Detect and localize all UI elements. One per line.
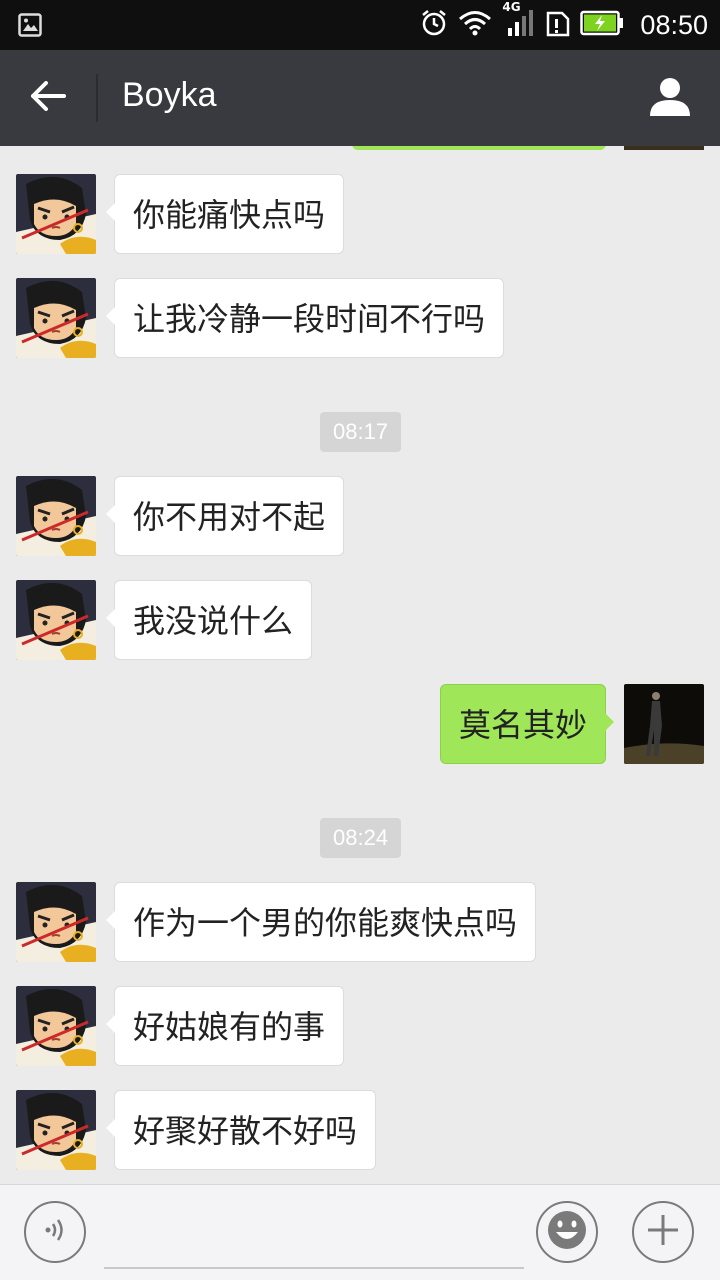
message-bubble[interactable]: 你不用对不起 (105, 476, 345, 556)
person-icon (648, 78, 692, 122)
received-message: 让我冷静一段时间不行吗 (0, 278, 720, 358)
received-message: 你不用对不起 (0, 476, 720, 556)
contact-avatar[interactable] (16, 580, 96, 660)
message-input[interactable] (104, 1205, 524, 1269)
emoji-icon (547, 1210, 587, 1254)
message-bubble[interactable]: 我没说什么 (105, 580, 313, 660)
chat-info-button[interactable] (648, 74, 696, 122)
wifi-icon (458, 10, 492, 40)
voice-icon (40, 1215, 70, 1249)
chat-header: Boyka (0, 50, 720, 146)
received-message: 好聚好散不好吗 (0, 1090, 720, 1170)
sent-message: 莫名其妙 (0, 684, 720, 764)
voice-button[interactable] (24, 1201, 86, 1263)
timestamp-divider: 08:17 (320, 412, 402, 452)
message-bubble[interactable]: 好姑娘有的事 (105, 986, 345, 1066)
contact-avatar[interactable] (16, 882, 96, 962)
received-message: 作为一个男的你能爽快点吗 (0, 882, 720, 962)
message-bubble[interactable]: 好聚好散不好吗 (105, 1090, 377, 1170)
battery-charging-icon (580, 10, 624, 40)
received-message: 我没说什么 (0, 580, 720, 660)
message-bubble[interactable]: 让我冷静一段时间不行吗 (105, 278, 505, 358)
chat-title: Boyka (122, 76, 217, 114)
received-message: 好姑娘有的事 (0, 986, 720, 1066)
my-avatar[interactable] (624, 684, 704, 764)
signal-icon: 4G (502, 0, 536, 42)
contact-avatar[interactable] (16, 278, 96, 358)
received-message: 你能痛快点吗 (0, 174, 720, 254)
contact-avatar[interactable] (16, 1090, 96, 1170)
plus-icon (645, 1212, 681, 1252)
message-list[interactable]: 你能痛快点吗让我冷静一段时间不行吗 08:17 你不用对不起 我没说什么莫名其妙 08:… (0, 146, 720, 1184)
status-bar: 4G 08:50 (0, 0, 720, 50)
message-bubble[interactable]: 莫名其妙 (439, 684, 615, 764)
gallery-icon (18, 13, 42, 41)
message-bubble[interactable]: 你能痛快点吗 (105, 174, 345, 254)
network-type-label: 4G (502, 0, 521, 14)
emoji-button[interactable] (536, 1201, 598, 1263)
back-button[interactable] (20, 72, 76, 124)
contact-avatar[interactable] (16, 174, 96, 254)
input-bar (0, 1184, 720, 1280)
contact-avatar[interactable] (16, 986, 96, 1066)
back-arrow-icon (30, 81, 66, 115)
status-time: 08:50 (640, 9, 708, 40)
more-button[interactable] (632, 1201, 694, 1263)
previous-message-partial (0, 146, 720, 150)
header-divider (96, 74, 98, 122)
sim-icon (546, 9, 570, 41)
message-bubble[interactable]: 作为一个男的你能爽快点吗 (105, 882, 537, 962)
contact-avatar[interactable] (16, 476, 96, 556)
alarm-icon (420, 9, 448, 41)
timestamp-divider: 08:24 (320, 818, 402, 858)
